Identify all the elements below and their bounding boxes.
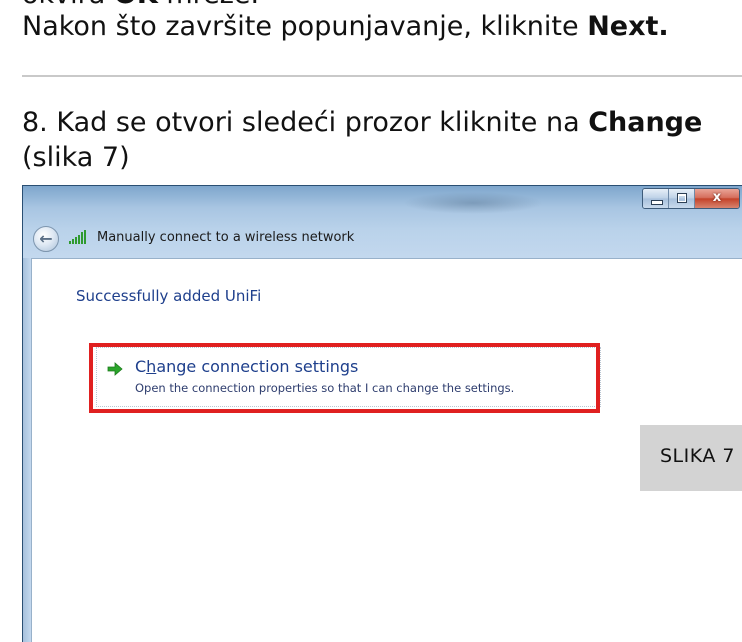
step8-bold: Change [588,107,703,138]
dialog-window-title: Manually connect to a wireless network [97,230,355,245]
maximize-icon [677,193,687,203]
horizontal-divider [22,75,742,77]
dialog-titlebar: x ← Manually connect to a wireless netwo… [23,186,742,258]
step-8-instruction: 8. Kad se otvori sledeći prozor kliknite… [22,106,702,140]
caption-buttons: x [642,188,740,209]
close-icon: x [712,190,722,205]
cut-line-bold: OK [114,0,158,10]
step8-text: 8. Kad se otvori sledeći prozor kliknite… [22,107,589,138]
red-highlight-box [89,343,600,413]
next-line-text: Nakon što završite popunjavanje, kliknit… [22,11,588,42]
success-heading: Successfully added UniFi [76,287,262,305]
dialog-frame-left [23,258,31,642]
cut-line-prefix: okvira [22,0,105,10]
step-8-figure-ref: (slika 7) [22,142,130,173]
back-button[interactable]: ← [33,226,59,252]
cut-line-suffix: mreže. [158,0,259,10]
instruction-next-line: Nakon što završite popunjavanje, kliknit… [22,10,669,44]
close-button[interactable]: x [695,189,739,208]
titlebar-glare [403,192,543,214]
next-line-bold: Next. [587,11,669,42]
figure-label-text: SLIKA 7 [660,445,736,467]
wireless-dialog-screenshot: x ← Manually connect to a wireless netwo… [22,185,742,642]
back-arrow-icon: ← [39,229,53,248]
dialog-content: Successfully added UniFi Change connecti… [31,258,742,642]
maximize-button[interactable] [669,189,695,208]
wifi-signal-icon [69,230,86,244]
minimize-button[interactable] [643,189,669,208]
figure-label: SLIKA 7 [640,425,742,491]
minimize-icon [651,200,663,205]
